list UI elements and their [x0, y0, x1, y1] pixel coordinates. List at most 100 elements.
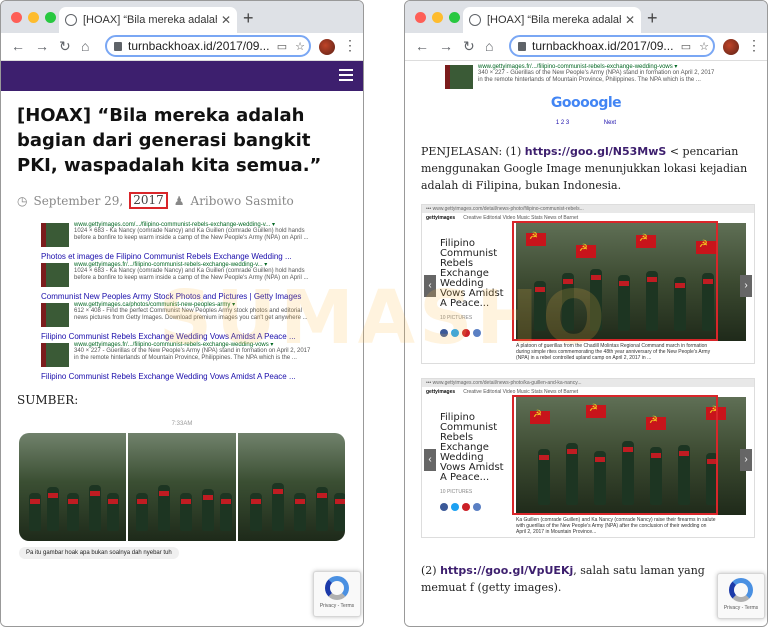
result-url: www.gettyimages.ca/photos/communist-new-…	[74, 302, 236, 308]
recaptcha-badge[interactable]: Privacy - Terms	[717, 573, 765, 619]
forward-arrow-icon[interactable]: →	[35, 38, 49, 54]
maximize-window-button[interactable]	[449, 12, 460, 23]
getty-meta: 10 PICTURES	[440, 315, 473, 321]
recaptcha-links[interactable]: Privacy - Terms	[718, 605, 764, 611]
twitter-icon[interactable]	[451, 329, 459, 337]
cast-icon[interactable]: ▭	[277, 40, 287, 53]
getty-title: Filipino Communist Rebels Exchange Weddi…	[440, 238, 504, 309]
toolbar: ← → ↻ ⌂ turnbackhoax.id/2017/09... ▭ ☆ ⋮	[405, 33, 767, 61]
photo-caption: A platoon of guerillas from the Chadill …	[516, 343, 711, 361]
back-arrow-icon[interactable]: ←	[11, 38, 25, 54]
result-title[interactable]: Communist New Peoples Army Stock Photos …	[41, 292, 311, 301]
cast-icon[interactable]: ▭	[681, 40, 691, 53]
tab-bar: [HOAX] “Bila mereka adalah ba ✕ +	[405, 1, 767, 33]
getty-logo: gettyimages	[426, 389, 456, 395]
hamburger-menu-icon[interactable]	[339, 69, 353, 84]
facebook-icon[interactable]	[440, 503, 448, 511]
getty-meta: 10 PICTURES	[440, 489, 473, 495]
sumber-2-paragraph: (2) https://goo.gl/VpUEKj, salah satu la…	[421, 562, 751, 596]
embedded-address-bar: ••• www.gettyimages.com/detail/news-phot…	[422, 205, 754, 213]
result-title[interactable]: Filipino Communist Rebels Exchange Weddi…	[41, 372, 311, 381]
globe-icon	[65, 14, 77, 26]
recaptcha-badge[interactable]: Privacy - Terms	[313, 571, 361, 617]
article-meta: ◷ September 29, 2017 ♟ Aribowo Sasmito	[17, 192, 347, 209]
page-numbers[interactable]: 1 2 3	[556, 120, 569, 126]
reload-icon[interactable]: ↻	[59, 38, 71, 55]
browser-tab[interactable]: [HOAX] “Bila mereka adalah ba ✕	[463, 7, 641, 33]
new-tab-button[interactable]: +	[647, 8, 658, 29]
share-icons	[440, 329, 481, 337]
menu-kebab-icon[interactable]: ⋮	[747, 37, 761, 54]
pinterest-icon[interactable]	[462, 503, 470, 511]
facebook-icon[interactable]	[440, 329, 448, 337]
rebel-photo	[19, 433, 129, 541]
reload-icon[interactable]: ↻	[463, 38, 475, 55]
new-tab-button[interactable]: +	[243, 8, 254, 29]
getty-screenshot-2: ••• www.gettyimages.com/detail/news-phot…	[421, 378, 755, 538]
minimize-window-button[interactable]	[432, 12, 443, 23]
profile-avatar[interactable]	[319, 39, 335, 55]
pinterest-icon[interactable]	[462, 329, 470, 337]
result-thumbnail	[41, 343, 69, 367]
browser-window-right: [HOAX] “Bila mereka adalah ba ✕ + ← → ↻ …	[404, 0, 768, 627]
article-author[interactable]: Aribowo Sasmito	[191, 194, 294, 208]
result-url: www.gettyimages.fr/.../filipino-communis…	[74, 342, 274, 348]
prev-arrow-icon[interactable]: ‹	[424, 275, 436, 297]
getty-title: Filipino Communist Rebels Exchange Weddi…	[440, 412, 504, 483]
window-controls	[11, 12, 56, 23]
back-arrow-icon[interactable]: ←	[415, 38, 429, 54]
lock-icon	[114, 41, 122, 51]
chat-timestamp: 7:33AM	[171, 421, 193, 427]
tab-title: [HOAX] “Bila mereka adalah ba	[83, 14, 217, 26]
photo-highlight-box	[512, 395, 718, 515]
prev-arrow-icon[interactable]: ‹	[424, 449, 436, 471]
close-window-button[interactable]	[415, 12, 426, 23]
address-bar[interactable]: turnbackhoax.id/2017/09... ▭ ☆	[105, 35, 311, 57]
maximize-window-button[interactable]	[45, 12, 56, 23]
article-date: September 29,	[33, 193, 124, 208]
source-link-2[interactable]: https://goo.gl/VpUEKj	[440, 564, 573, 577]
getty-screenshot-1: ••• www.gettyimages.com/detail/news-phot…	[421, 204, 755, 364]
result-title[interactable]: Filipino Communist Rebels Exchange Weddi…	[41, 332, 311, 341]
close-tab-icon[interactable]: ✕	[221, 13, 231, 27]
source-link-1[interactable]: https://goo.gl/N53MwS	[525, 145, 667, 158]
embed-icon[interactable]	[473, 503, 481, 511]
google-pager-logo: Goooogle	[550, 95, 622, 111]
google-pagination: Goooogle 1 2 3 Next	[405, 95, 767, 129]
home-icon[interactable]: ⌂	[81, 38, 89, 54]
result-title[interactable]: Photos et images de Filipino Communist R…	[41, 252, 311, 261]
embedded-address-bar: ••• www.gettyimages.com/detail/news-phot…	[422, 379, 754, 387]
result-snippet: 1024 × 683 - Ka Nancy (comrade Nancy) an…	[74, 228, 309, 241]
address-url: turnbackhoax.id/2017/09...	[128, 39, 270, 53]
embed-icon[interactable]	[473, 329, 481, 337]
next-arrow-icon[interactable]: ›	[740, 275, 752, 297]
window-controls	[415, 12, 460, 23]
home-icon[interactable]: ⌂	[485, 38, 493, 54]
close-window-button[interactable]	[11, 12, 22, 23]
page-content-left: [HOAX] “Bila mereka adalah bagian dari g…	[1, 61, 363, 626]
para2-prefix: (2)	[421, 564, 441, 577]
result-snippet: 340 × 227 - Guerillas of the New People'…	[74, 348, 311, 361]
close-tab-icon[interactable]: ✕	[625, 13, 635, 27]
recaptcha-links[interactable]: Privacy - Terms	[314, 603, 360, 609]
next-page-link[interactable]: Next	[604, 120, 616, 126]
recaptcha-icon	[729, 578, 753, 602]
penjelasan-prefix: PENJELASAN: (1)	[421, 145, 525, 158]
minimize-window-button[interactable]	[28, 12, 39, 23]
menu-kebab-icon[interactable]: ⋮	[343, 37, 357, 54]
result-snippet: 1024 × 683 - Ka Nancy (comrade Nancy) an…	[74, 268, 309, 281]
address-bar[interactable]: turnbackhoax.id/2017/09... ▭ ☆	[509, 35, 715, 57]
recaptcha-icon	[325, 576, 349, 600]
bookmark-star-icon[interactable]: ☆	[699, 40, 709, 53]
twitter-icon[interactable]	[451, 503, 459, 511]
globe-icon	[469, 14, 481, 26]
next-arrow-icon[interactable]: ›	[740, 449, 752, 471]
sumber-label: SUMBER:	[17, 393, 79, 407]
result-snippet: 340 × 227 - Guerillas of the New People'…	[478, 70, 715, 83]
forward-arrow-icon[interactable]: →	[439, 38, 453, 54]
browser-tab[interactable]: [HOAX] “Bila mereka adalah ba ✕	[59, 7, 237, 33]
highlighted-year: 2017	[129, 192, 168, 209]
bookmark-star-icon[interactable]: ☆	[295, 40, 305, 53]
tab-title: [HOAX] “Bila mereka adalah ba	[487, 14, 621, 26]
profile-avatar[interactable]	[723, 39, 739, 55]
